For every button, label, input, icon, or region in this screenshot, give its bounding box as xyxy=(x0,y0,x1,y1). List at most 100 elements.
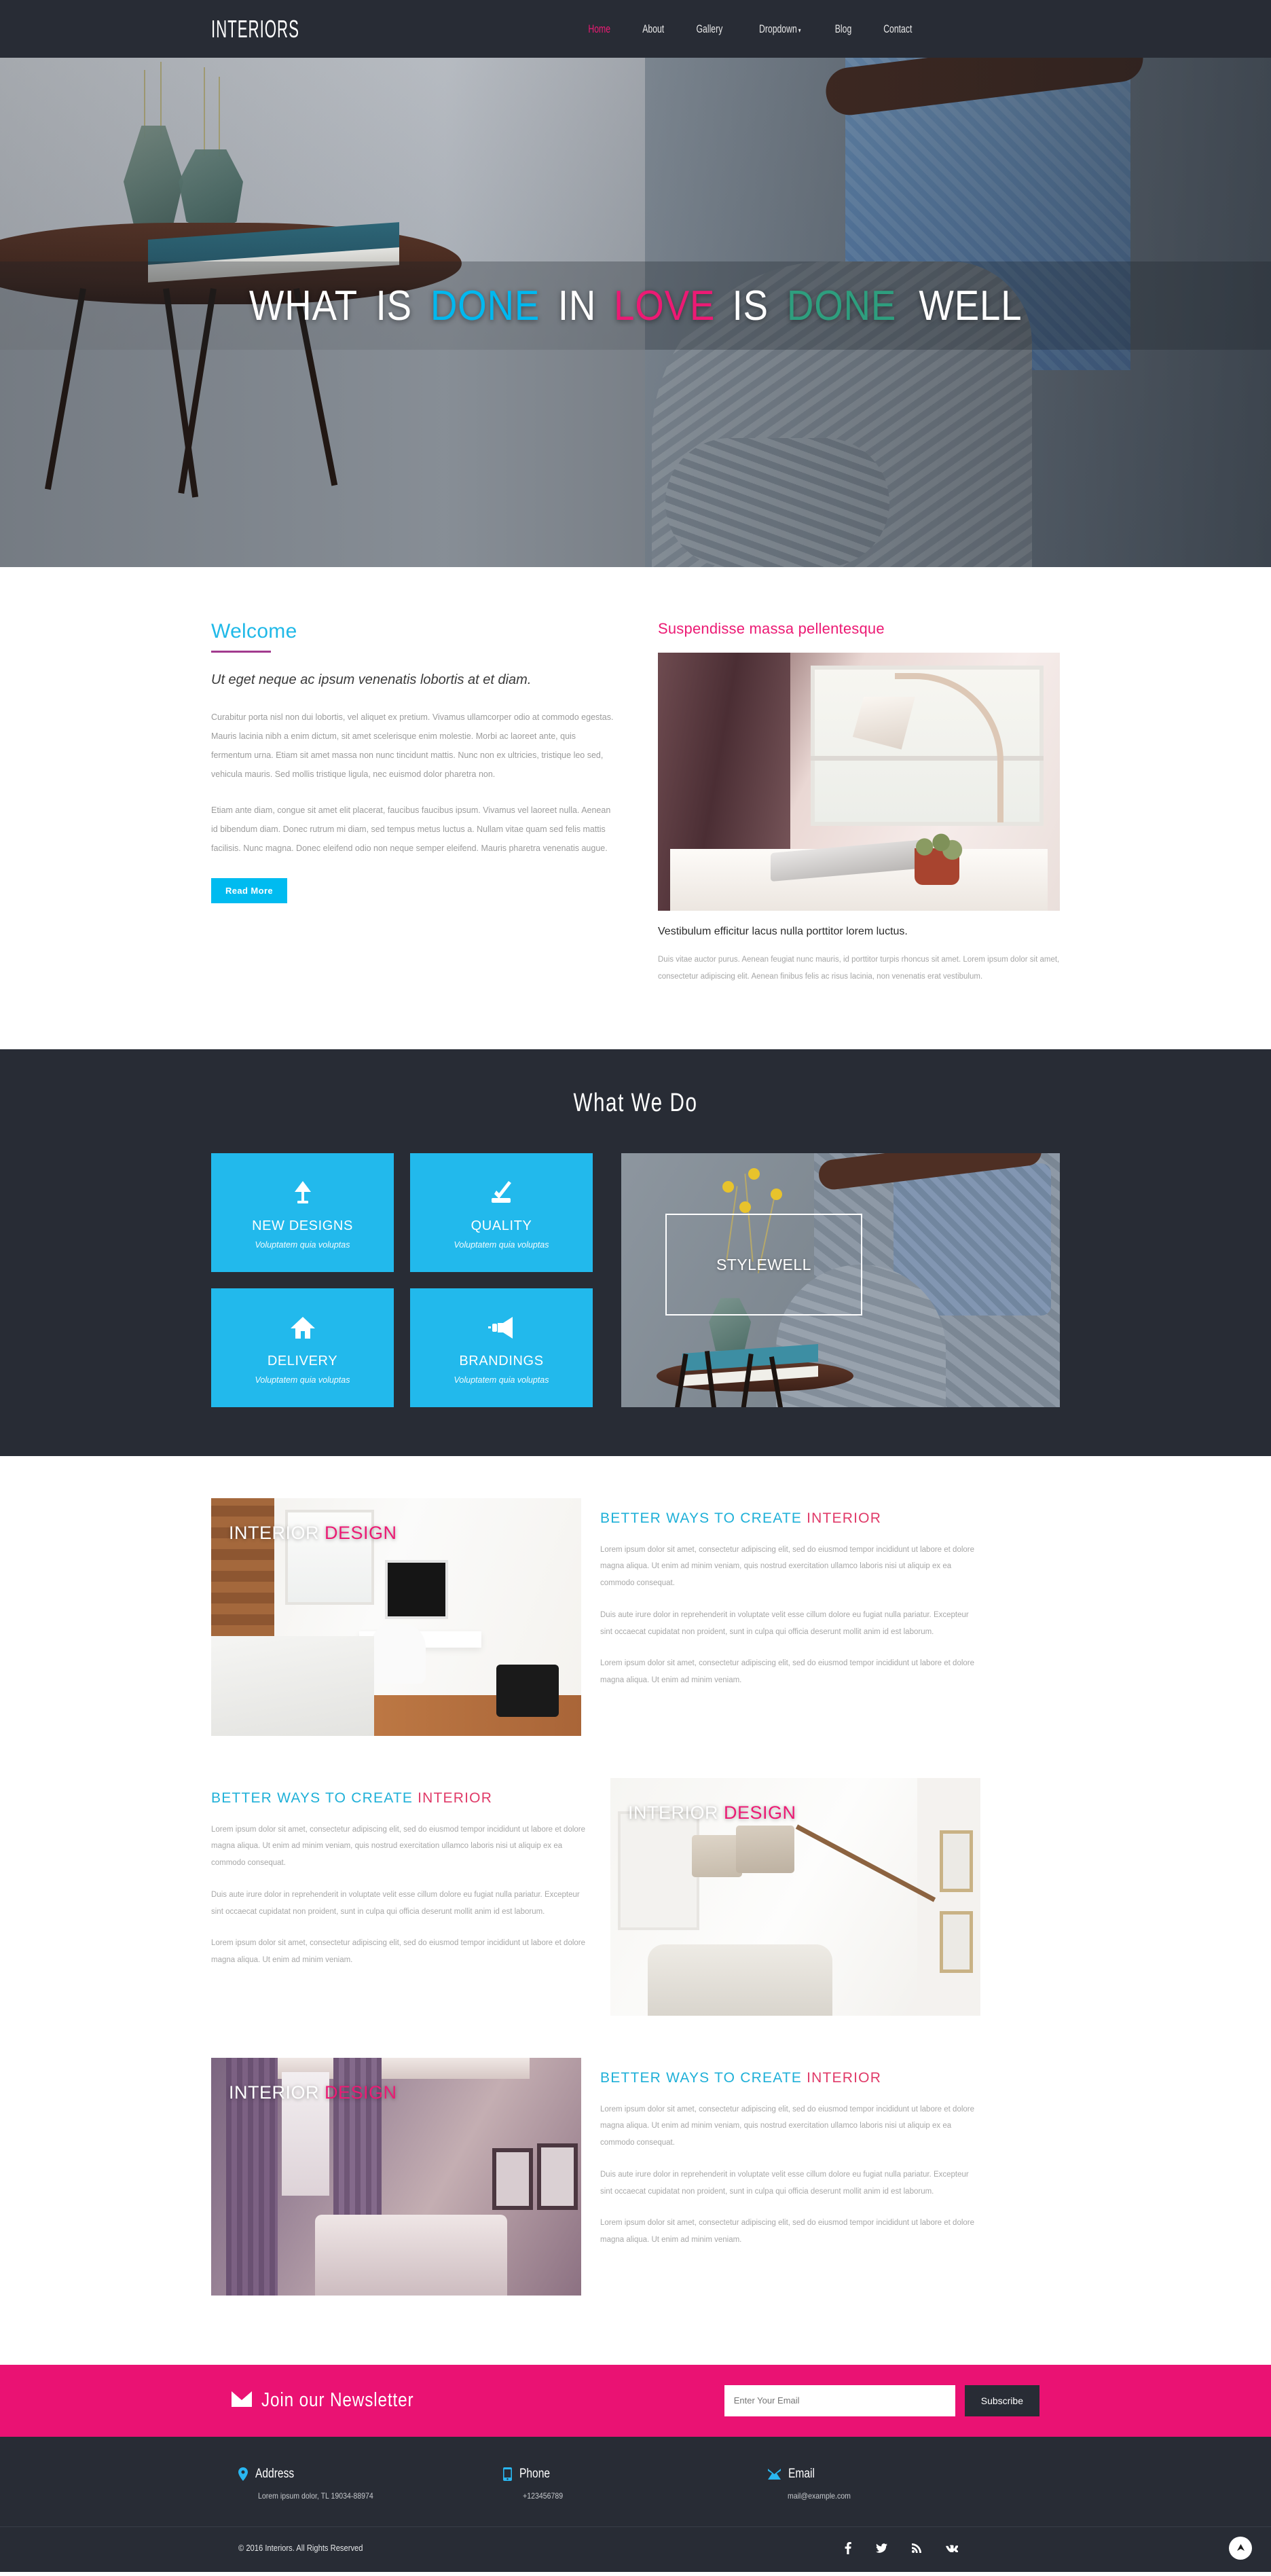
gallery-row: INTERIOR DESIGN BETTER WAYS TO CREATE IN… xyxy=(211,1498,1060,1736)
service-tile-title: NEW DESIGNS xyxy=(252,1218,353,1234)
gallery-image-purple-bedroom[interactable]: INTERIOR DESIGN xyxy=(211,2057,581,2296)
nav-item-home[interactable]: Home xyxy=(580,22,619,36)
home-icon xyxy=(290,1313,316,1343)
footer-contact-label: Address xyxy=(255,2466,295,2481)
gallery-paragraph-1: Lorem ipsum dolor sit amet, consectetur … xyxy=(211,1825,586,1868)
welcome-paragraph-2: Etiam ante diam, congue sit amet elit pl… xyxy=(211,805,611,853)
overlay-word-white: INTERIOR xyxy=(628,1802,719,1823)
gallery-heading-blue: BETTER WAYS TO CREATE xyxy=(211,1790,413,1806)
gallery-row: BETTER WAYS TO CREATE INTERIOR Lorem ips… xyxy=(211,1777,1060,2016)
hero-word-7: DONE xyxy=(786,282,896,329)
footer-contact-value: Lorem ipsum dolor, TL 19034-88974 xyxy=(258,2490,373,2501)
welcome-section: Welcome Ut eget neque ac ipsum venenatis… xyxy=(0,567,1271,1049)
service-tile-title: DELIVERY xyxy=(267,1354,338,1369)
read-more-button[interactable]: Read More xyxy=(211,877,288,903)
hero-banner: WHAT IS DONE IN LOVE IS DONE WELL xyxy=(0,58,1271,567)
footer-contact-value: mail@example.com xyxy=(787,2490,851,2501)
gallery-paragraph-3: Lorem ipsum dolor sit amet, consectetur … xyxy=(600,1659,975,1684)
gallery-heading-pink: INTERIOR xyxy=(807,2069,882,2086)
newsletter-email-input[interactable] xyxy=(724,2384,955,2416)
welcome-lead-text: Ut eget neque ac ipsum venenatis loborti… xyxy=(211,672,532,687)
footer-contact-email: Email mail@example.com xyxy=(767,2466,1033,2501)
gallery-text-block: BETTER WAYS TO CREATE INTERIOR Lorem ips… xyxy=(211,1778,591,1984)
vk-icon[interactable] xyxy=(946,2544,958,2552)
service-tile-quality[interactable]: QUALITY Voluptatem quia voluptas xyxy=(410,1153,593,1272)
overlay-word-pink: DESIGN xyxy=(325,1522,397,1543)
nav-item-blog[interactable]: Blog xyxy=(827,22,860,36)
scroll-to-top-button[interactable] xyxy=(1229,2536,1252,2560)
gallery-paragraph-2: Duis aute irure dolor in reprehenderit i… xyxy=(600,1610,969,1636)
gallery-image-overlay: INTERIOR DESIGN xyxy=(229,2082,397,2103)
service-tile-title: QUALITY xyxy=(471,1218,532,1234)
service-tile-title: BRANDINGS xyxy=(459,1354,544,1369)
welcome-right-column: Suspendisse massa pellentesque Vestibulu… xyxy=(658,620,1060,985)
stylewell-feature-image[interactable]: STYLEWELL xyxy=(621,1153,1060,1407)
photo-caption: Vestibulum efficitur lacus nulla porttit… xyxy=(658,926,908,937)
hero-word-2: IS xyxy=(375,282,413,329)
desk-lamp-photo xyxy=(658,653,1060,911)
gallery-image-bedroom-office[interactable]: INTERIOR DESIGN xyxy=(211,1498,581,1736)
overlay-word-pink: DESIGN xyxy=(325,2082,397,2103)
nav-item-dropdown[interactable]: Dropdown ▾ xyxy=(751,22,809,36)
copyright-text: © 2016 Interiors. All Rights Reserved xyxy=(238,2543,363,2554)
envelope-icon xyxy=(767,2468,781,2480)
nav-item-contact[interactable]: Contact xyxy=(875,22,921,36)
newsletter-title: Join our Newsletter xyxy=(261,2389,414,2412)
subscribe-button[interactable]: Subscribe xyxy=(964,2384,1039,2416)
welcome-right-heading: Suspendisse massa pellentesque xyxy=(658,620,885,637)
site-logo[interactable]: INTERIORS xyxy=(211,15,299,43)
gallery-text-block: BETTER WAYS TO CREATE INTERIOR Lorem ips… xyxy=(600,1498,980,1704)
overlay-word-pink: DESIGN xyxy=(724,1802,796,1823)
hero-headline: WHAT IS DONE IN LOVE IS DONE WELL xyxy=(0,261,1271,350)
service-tile-delivery[interactable]: DELIVERY Voluptatem quia voluptas xyxy=(211,1288,394,1407)
gallery-section: INTERIOR DESIGN BETTER WAYS TO CREATE IN… xyxy=(0,1455,1271,2365)
gallery-image-living-room[interactable]: INTERIOR DESIGN xyxy=(610,1777,980,2016)
location-pin-icon xyxy=(238,2467,248,2481)
gallery-heading: BETTER WAYS TO CREATE INTERIOR xyxy=(211,1790,591,1807)
footer-contact-phone: Phone +123456789 xyxy=(502,2466,768,2501)
footer-contact-address: Address Lorem ipsum dolor, TL 19034-8897… xyxy=(238,2467,503,2501)
hero-word-4: IN xyxy=(557,282,596,329)
gallery-paragraph-3: Lorem ipsum dolor sit amet, consectetur … xyxy=(211,1939,586,1964)
hero-word-6: IS xyxy=(732,282,769,329)
gallery-paragraph-2: Duis aute irure dolor in reprehenderit i… xyxy=(211,1890,580,1916)
newsletter-title-group: Join our Newsletter xyxy=(232,2389,443,2412)
service-tile-new-designs[interactable]: NEW DESIGNS Voluptatem quia voluptas xyxy=(211,1153,394,1272)
social-links xyxy=(845,2541,958,2554)
envelope-icon xyxy=(232,2391,252,2410)
gallery-heading-blue: BETTER WAYS TO CREATE xyxy=(600,2069,803,2086)
footer-contact-label: Phone xyxy=(519,2466,551,2481)
gallery-heading: BETTER WAYS TO CREATE INTERIOR xyxy=(600,1510,980,1527)
hero-word-3: DONE xyxy=(430,282,540,329)
welcome-left-column: Welcome Ut eget neque ac ipsum venenatis… xyxy=(211,620,619,985)
nav-item-gallery[interactable]: Gallery xyxy=(688,22,731,36)
hero-word-5: LOVE xyxy=(613,282,716,329)
what-we-do-section: What We Do NEW DESIGNS Voluptatem quia v… xyxy=(0,1049,1271,1456)
chevron-up-icon xyxy=(1236,2544,1245,2552)
overlay-word-white: INTERIOR xyxy=(229,1522,320,1543)
rss-icon[interactable] xyxy=(912,2543,921,2553)
gallery-heading: BETTER WAYS TO CREATE INTERIOR xyxy=(600,2070,980,2086)
welcome-right-paragraph: Duis vitae auctor purus. Aenean feugiat … xyxy=(658,956,1060,981)
lamp-icon xyxy=(291,1178,314,1208)
service-tile-subtitle: Voluptatem quia voluptas xyxy=(454,1375,549,1385)
service-tile-subtitle: Voluptatem quia voluptas xyxy=(255,1375,350,1385)
gallery-text-block: BETTER WAYS TO CREATE INTERIOR Lorem ips… xyxy=(600,2058,980,2264)
service-tile-subtitle: Voluptatem quia voluptas xyxy=(255,1240,350,1250)
footer-contact-label: Email xyxy=(788,2466,815,2481)
megaphone-icon xyxy=(487,1313,515,1343)
gallery-paragraph-3: Lorem ipsum dolor sit amet, consectetur … xyxy=(600,2219,975,2244)
nav-item-about[interactable]: About xyxy=(634,22,672,36)
gallery-image-overlay: INTERIOR DESIGN xyxy=(229,1523,397,1544)
service-tiles: NEW DESIGNS Voluptatem quia voluptas QUA… xyxy=(211,1153,593,1407)
footer-contact-value: +123456789 xyxy=(522,2490,564,2501)
service-tile-brandings[interactable]: BRANDINGS Voluptatem quia voluptas xyxy=(410,1288,593,1407)
gallery-heading-blue: BETTER WAYS TO CREATE xyxy=(600,1510,803,1526)
heading-underline xyxy=(211,651,271,653)
main-navigation: Home About Gallery Dropdown ▾ Blog Contac… xyxy=(572,22,929,36)
facebook-icon[interactable] xyxy=(845,2541,851,2554)
gallery-heading-pink: INTERIOR xyxy=(807,1510,882,1526)
twitter-icon[interactable] xyxy=(876,2543,887,2553)
check-badge-icon xyxy=(489,1178,515,1208)
gallery-row: INTERIOR DESIGN BETTER WAYS TO CREATE IN… xyxy=(211,2057,1060,2296)
